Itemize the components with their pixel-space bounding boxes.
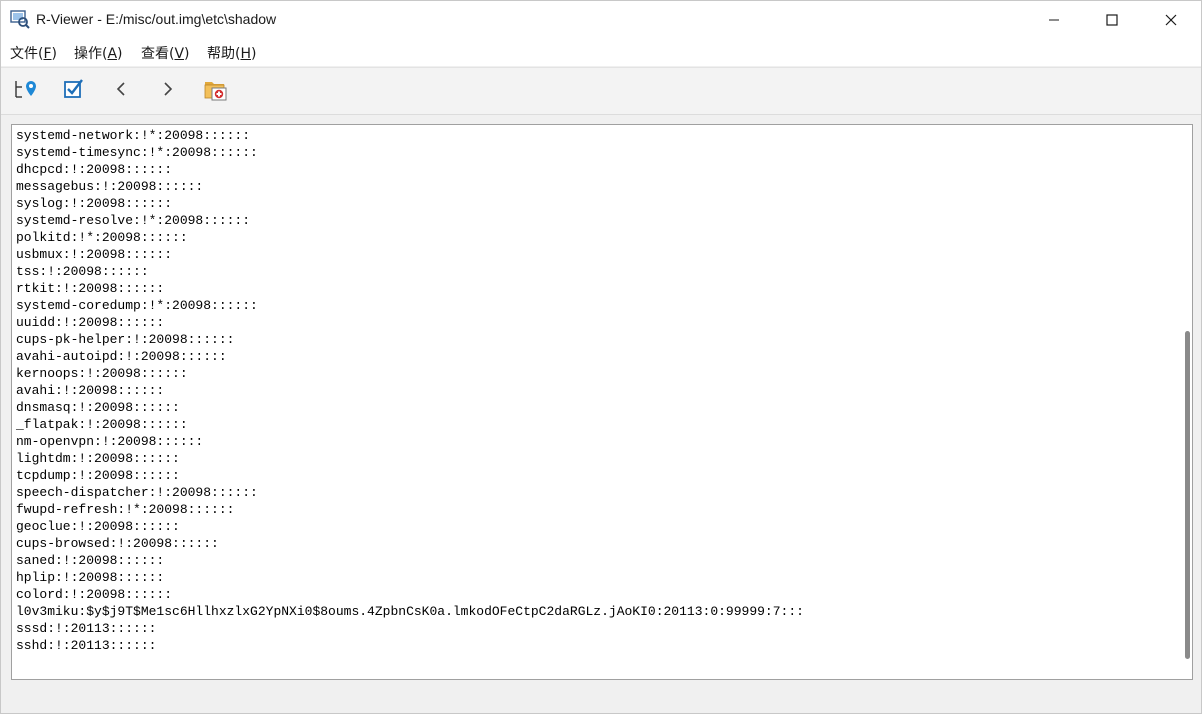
back-button[interactable] (107, 77, 135, 105)
maximize-icon (1106, 13, 1118, 26)
locate-in-tree-button[interactable] (12, 77, 40, 105)
recover-folder-icon (203, 76, 229, 107)
text-line: sshd:!:20113:::::: (16, 638, 157, 653)
checkbox-icon (63, 78, 85, 105)
minimize-icon (1048, 14, 1060, 26)
app-icon (10, 9, 30, 29)
text-line: systemd-coredump:!*:20098:::::: (16, 298, 258, 313)
back-arrow-icon (114, 81, 128, 102)
text-line: cups-browsed:!:20098:::::: (16, 536, 219, 551)
app-window: R-Viewer - E:/misc/out.img\etc\shadow 文件… (0, 0, 1202, 714)
text-line: systemd-timesync:!*:20098:::::: (16, 145, 258, 160)
toolbar (1, 67, 1201, 115)
menu-action[interactable]: 操作(A) (74, 43, 123, 63)
menu-view[interactable]: 查看(V) (141, 43, 190, 63)
text-line: tss:!:20098:::::: (16, 264, 149, 279)
forward-arrow-icon (161, 81, 175, 102)
text-line: _flatpak:!:20098:::::: (16, 417, 188, 432)
locate-tree-icon (13, 78, 39, 105)
maximize-button[interactable] (1083, 1, 1141, 38)
text-line: nm-openvpn:!:20098:::::: (16, 434, 204, 449)
text-line: kernoops:!:20098:::::: (16, 366, 188, 381)
text-line: colord:!:20098:::::: (16, 587, 173, 602)
text-line: syslog:!:20098:::::: (16, 196, 173, 211)
text-line: dnsmasq:!:20098:::::: (16, 400, 180, 415)
text-line: usbmux:!:20098:::::: (16, 247, 173, 262)
menu-help[interactable]: 帮助(H) (207, 43, 256, 63)
text-line: cups-pk-helper:!:20098:::::: (16, 332, 235, 347)
text-line: sssd:!:20113:::::: (16, 621, 157, 636)
close-button[interactable] (1142, 1, 1200, 38)
window-title: R-Viewer - E:/misc/out.img\etc\shadow (36, 11, 277, 27)
text-line: avahi-autoipd:!:20098:::::: (16, 349, 227, 364)
select-button[interactable] (60, 77, 88, 105)
text-line: messagebus:!:20098:::::: (16, 179, 204, 194)
file-text[interactable]: systemd-network:!*:20098:::::: systemd-ti… (16, 127, 804, 654)
text-line: rtkit:!:20098:::::: (16, 281, 165, 296)
title-bar[interactable]: R-Viewer - E:/misc/out.img\etc\shadow (1, 1, 1201, 38)
text-line: saned:!:20098:::::: (16, 553, 165, 568)
text-line: tcpdump:!:20098:::::: (16, 468, 180, 483)
close-icon (1165, 14, 1177, 26)
text-line: lightdm:!:20098:::::: (16, 451, 180, 466)
vertical-scrollbar[interactable] (1180, 125, 1192, 679)
text-line: systemd-resolve:!*:20098:::::: (16, 213, 251, 228)
text-line: fwupd-refresh:!*:20098:::::: (16, 502, 235, 517)
file-content-viewer[interactable]: systemd-network:!*:20098:::::: systemd-ti… (11, 124, 1193, 680)
text-line: hplip:!:20098:::::: (16, 570, 165, 585)
forward-button[interactable] (154, 77, 182, 105)
text-line: uuidd:!:20098:::::: (16, 315, 165, 330)
text-line: l0v3miku:$y$j9T$Me1sc6HllhxzlxG2YpNXi0$8… (16, 604, 804, 619)
recover-button[interactable] (202, 77, 230, 105)
text-line: avahi:!:20098:::::: (16, 383, 165, 398)
text-line: polkitd:!*:20098:::::: (16, 230, 188, 245)
status-bar (1, 684, 1201, 713)
minimize-button[interactable] (1025, 1, 1083, 38)
text-line: dhcpcd:!:20098:::::: (16, 162, 173, 177)
menu-file[interactable]: 文件(F) (10, 43, 57, 63)
text-line: systemd-network:!*:20098:::::: (16, 128, 251, 143)
scrollbar-thumb[interactable] (1185, 331, 1190, 659)
menu-bar: 文件(F) 操作(A) 查看(V) 帮助(H) (1, 38, 1201, 66)
text-line: speech-dispatcher:!:20098:::::: (16, 485, 258, 500)
text-line: geoclue:!:20098:::::: (16, 519, 180, 534)
